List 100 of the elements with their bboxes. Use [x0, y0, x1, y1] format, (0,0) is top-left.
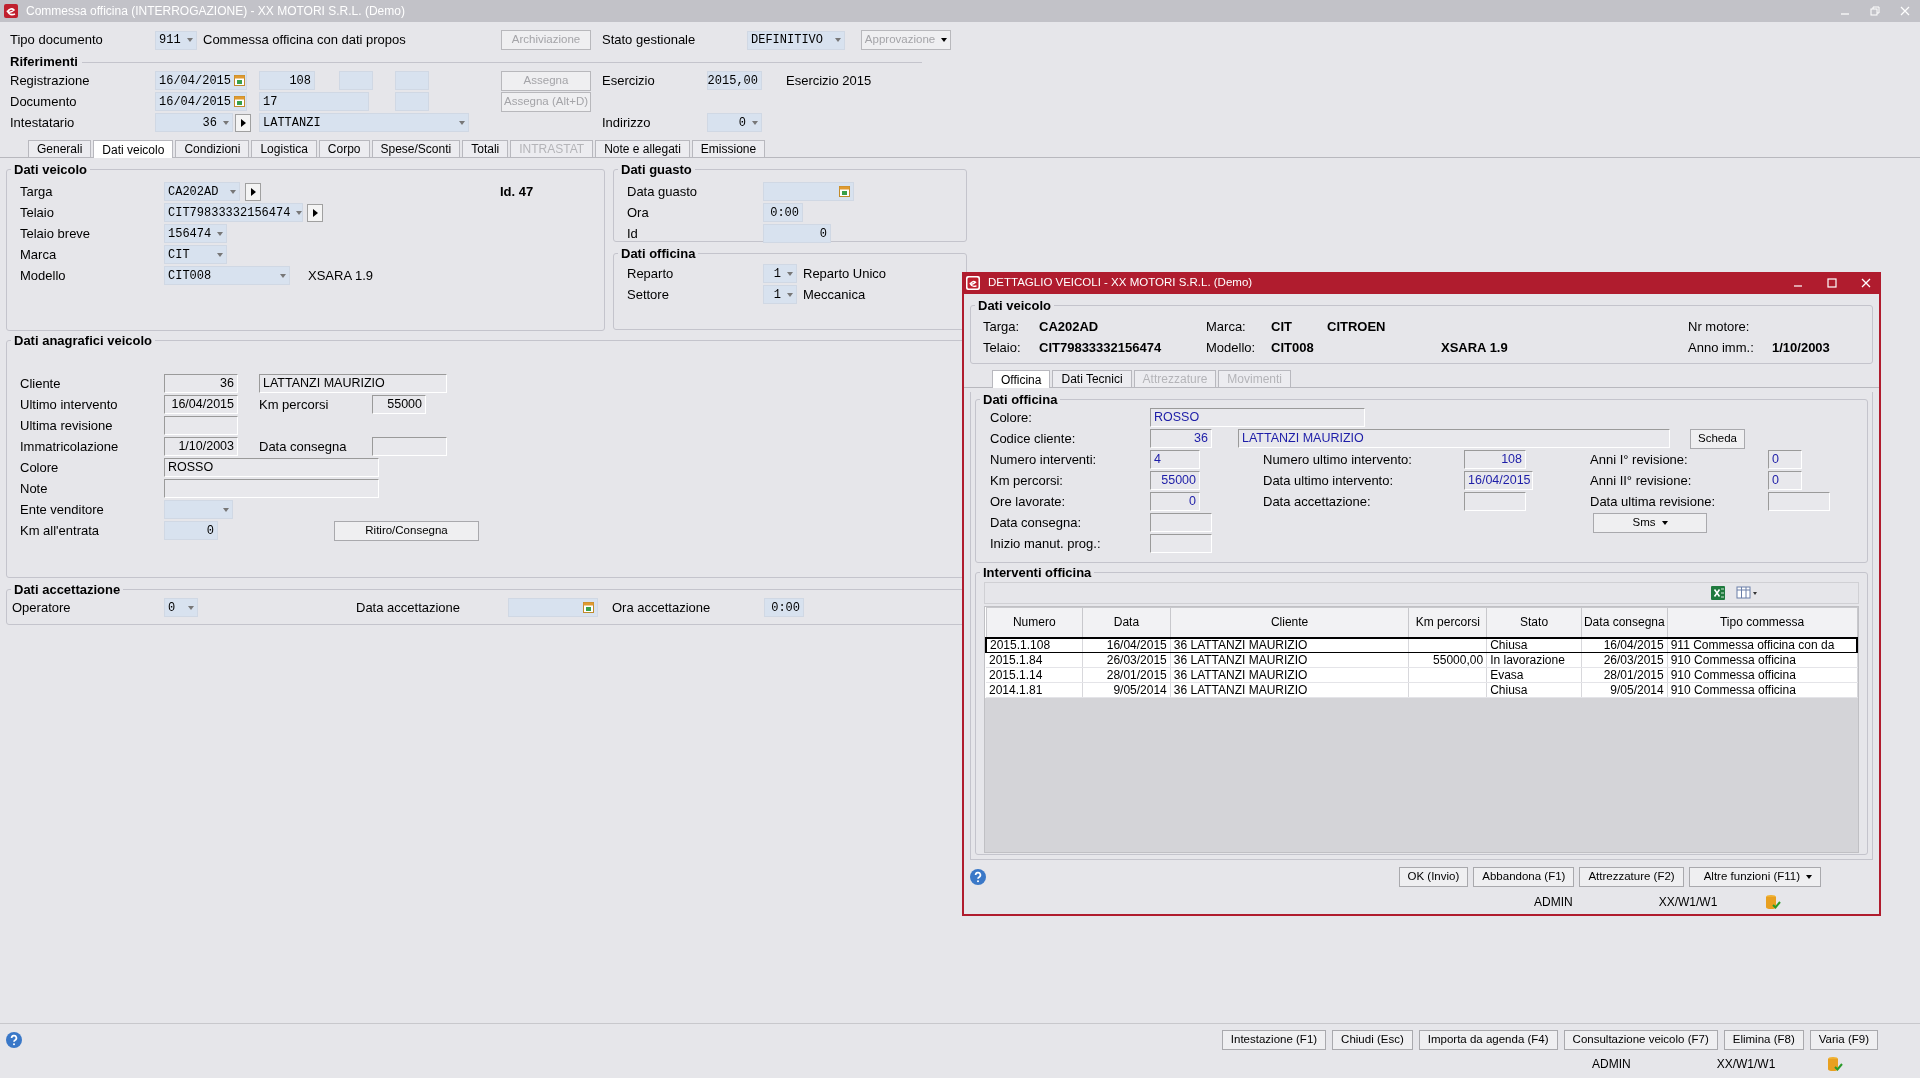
calendar-icon[interactable]	[234, 96, 245, 107]
table-cell: 28/01/2015	[1581, 667, 1668, 683]
caret-icon	[296, 210, 302, 215]
input-field[interactable]: 17	[259, 92, 369, 111]
input-field[interactable]: 2015,00	[707, 71, 762, 90]
footer-button[interactable]: Varia (F9)	[1809, 1030, 1878, 1050]
dropdown[interactable]: 911	[155, 30, 197, 50]
model-name-text: XSARA 1.9	[308, 266, 374, 285]
arrow-button[interactable]	[235, 113, 251, 132]
input-field[interactable]: 1/10/2003	[164, 437, 238, 456]
columns-icon[interactable]	[1736, 585, 1760, 601]
column-header[interactable]: Stato	[1486, 607, 1582, 638]
calendar-icon[interactable]	[234, 75, 245, 86]
calendar-icon[interactable]	[583, 602, 594, 613]
dialog-button[interactable]: Abbandona (F1)	[1473, 867, 1575, 887]
column-header[interactable]: Km percorsi	[1408, 607, 1487, 638]
dropdown[interactable]: CIT79833332156474	[164, 203, 303, 222]
date-field[interactable]	[508, 598, 598, 617]
dropdown[interactable]: LATTANZI	[259, 113, 469, 132]
card-button[interactable]: Scheda	[1690, 428, 1745, 449]
input-field[interactable]: 36	[1150, 429, 1212, 448]
field-label: Colore:	[990, 408, 1033, 427]
sms-button[interactable]: Sms	[1593, 512, 1707, 533]
close-icon[interactable]	[1861, 278, 1871, 288]
maximize-icon[interactable]	[1827, 278, 1837, 288]
dialog-button[interactable]: OK (Invio)	[1398, 867, 1469, 887]
dropdown[interactable]: CA202AD	[164, 182, 240, 201]
input-field[interactable]	[1150, 534, 1212, 553]
dropdown[interactable]: CIT008	[164, 266, 290, 285]
input-field[interactable]: 0	[763, 224, 831, 243]
tab[interactable]: Emissione	[691, 140, 766, 157]
input-field[interactable]: 0	[1150, 492, 1200, 511]
dropdown[interactable]: 1	[763, 264, 797, 283]
field-label: Modello:	[1206, 338, 1257, 357]
date-field[interactable]	[763, 182, 854, 201]
tab[interactable]: Spese/Sconti	[371, 140, 461, 157]
tab[interactable]: Corpo	[318, 140, 370, 157]
tab[interactable]: Generali	[28, 140, 92, 157]
arrow-button[interactable]	[307, 203, 323, 222]
input-field[interactable]: 0	[1768, 471, 1802, 490]
spreadsheet-icon[interactable]	[1710, 585, 1726, 601]
input-field[interactable]	[1150, 513, 1212, 532]
footer-button[interactable]: Intestazione (F1)	[1221, 1030, 1327, 1050]
input-field[interactable]: ROSSO	[1150, 408, 1365, 427]
footer-button[interactable]: Importa da agenda (F4)	[1418, 1030, 1558, 1050]
help-icon[interactable]	[970, 869, 986, 885]
calendar-icon[interactable]	[839, 186, 850, 197]
input-field[interactable]	[164, 416, 238, 435]
tab[interactable]: Logistica	[251, 140, 317, 157]
column-header[interactable]: Tipo commessa	[1667, 607, 1857, 638]
dropdown[interactable]: 156474	[164, 224, 227, 243]
input-field[interactable]: LATTANZI MAURIZIO	[1238, 429, 1670, 448]
input-field[interactable]: 108	[1464, 450, 1526, 469]
input-field[interactable]: 55000	[1150, 471, 1200, 490]
input-field[interactable]	[372, 437, 447, 456]
input-field[interactable]: 55000	[372, 395, 426, 414]
arrow-button[interactable]	[245, 182, 261, 201]
column-header[interactable]: Numero	[986, 607, 1083, 638]
dialog-button[interactable]: Attrezzature (F2)	[1579, 867, 1684, 887]
restore-icon[interactable]	[1870, 6, 1880, 16]
table-cell: 36 LATTANZI MAURIZIO	[1170, 637, 1409, 653]
input-field[interactable]: LATTANZI MAURIZIO	[259, 374, 447, 393]
input-field[interactable]: 108	[259, 71, 315, 90]
tab[interactable]: Officina	[992, 370, 1051, 388]
tab[interactable]: Dati veicolo	[93, 140, 174, 158]
input-field[interactable]: 16/04/2015	[164, 395, 238, 414]
tab[interactable]: Condizioni	[175, 140, 250, 157]
dropdown[interactable]: DEFINITIVO	[747, 30, 845, 50]
input-field[interactable]: 0	[164, 521, 218, 540]
input-field[interactable]: 36	[164, 374, 238, 393]
tab[interactable]: Note e allegati	[595, 140, 690, 157]
input-field[interactable]	[164, 479, 379, 498]
dropdown[interactable]: 0	[707, 113, 762, 132]
footer-button[interactable]: Consultazione veicolo (F7)	[1563, 1030, 1718, 1050]
field-label: Data accettazione	[356, 598, 462, 617]
tab[interactable]: Totali	[462, 140, 509, 157]
dropdown[interactable]: 1	[763, 285, 797, 304]
input-field[interactable]: 0:00	[764, 598, 804, 617]
input-field[interactable]: 0:00	[763, 203, 803, 222]
dropdown[interactable]: 0	[164, 598, 198, 617]
help-icon[interactable]	[6, 1032, 22, 1048]
input-field[interactable]: 4	[1150, 450, 1200, 469]
footer-button[interactable]: Chiudi (Esc)	[1332, 1030, 1413, 1050]
footer-button[interactable]: Elimina (F8)	[1723, 1030, 1804, 1050]
pickup-delivery-button[interactable]: Ritiro/Consegna	[334, 520, 479, 541]
input-field[interactable]: 16/04/2015	[1464, 471, 1533, 490]
tab[interactable]: Dati Tecnici	[1052, 370, 1132, 387]
dropdown[interactable]: CIT	[164, 245, 227, 264]
column-header[interactable]: Cliente	[1170, 607, 1409, 638]
input-field[interactable]: 0	[1768, 450, 1802, 469]
input-field[interactable]	[1464, 492, 1526, 511]
date-field[interactable]: 16/04/2015	[155, 92, 247, 111]
date-field[interactable]: 16/04/2015	[155, 71, 247, 90]
column-header[interactable]: Data consegna	[1581, 607, 1668, 638]
field-label: Inizio manut. prog.:	[990, 534, 1102, 553]
dialog-button[interactable]: Altre funzioni (F11)	[1688, 867, 1821, 887]
input-field[interactable]	[1768, 492, 1830, 511]
input-field[interactable]: ROSSO	[164, 458, 379, 477]
dropdown[interactable]: 36	[155, 113, 233, 132]
column-header[interactable]: Data	[1082, 607, 1171, 638]
